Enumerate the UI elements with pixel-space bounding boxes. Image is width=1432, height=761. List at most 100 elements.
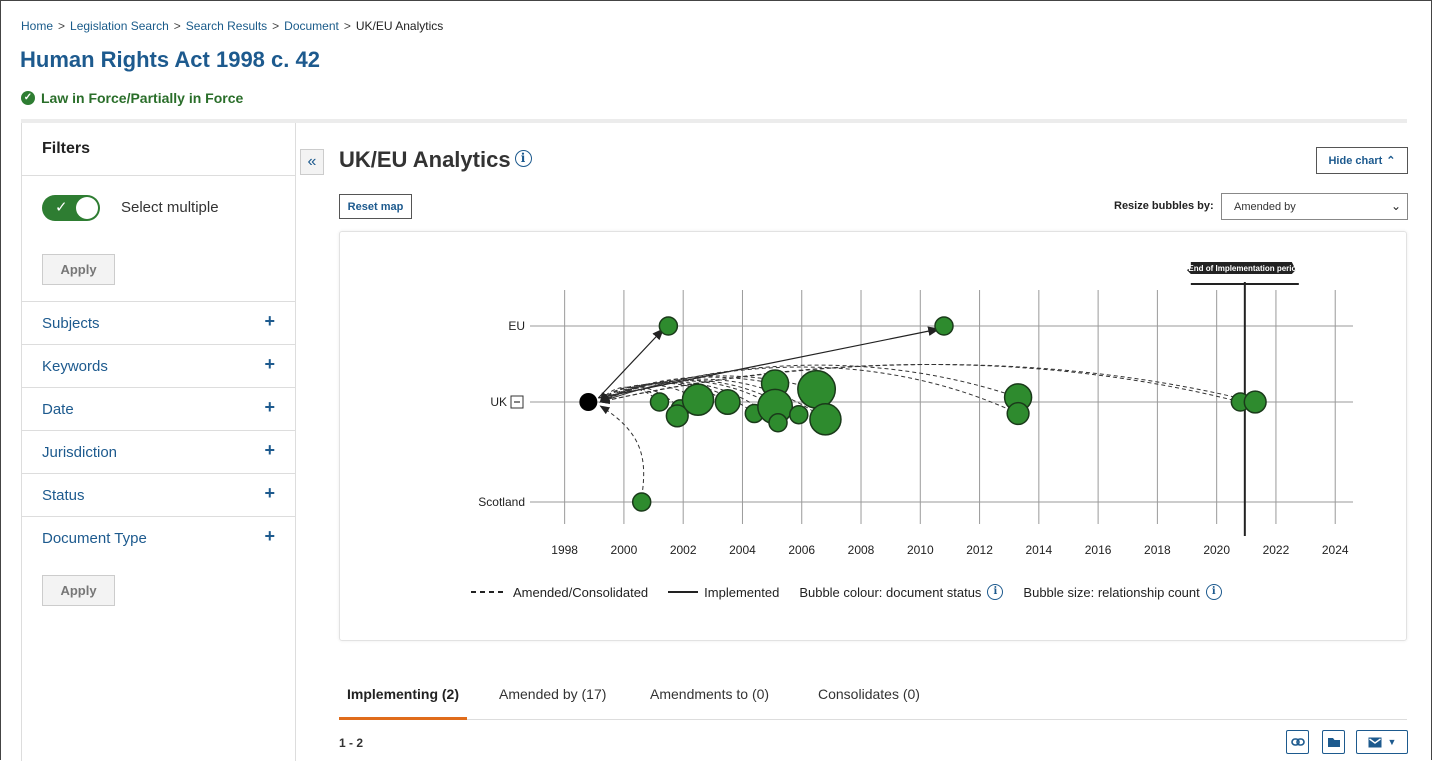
implementation-end-label: End of Implementation period	[1188, 264, 1301, 273]
facet-label: Date	[42, 401, 74, 418]
facet-status[interactable]: Status +	[22, 474, 295, 517]
info-icon[interactable]: i	[987, 584, 1004, 600]
status-badge: ✓ Law in Force/Partially in Force	[21, 90, 243, 106]
folder-icon	[1327, 738, 1340, 747]
facet-jurisdiction[interactable]: Jurisdiction +	[22, 431, 295, 474]
plus-icon: +	[264, 526, 275, 546]
y-category-label: UK	[490, 395, 507, 409]
chart-card: 1998 2000 2002 2004 2006 2008 2010 2012 2014 2016…	[339, 231, 1407, 641]
filters-sidebar: Filters ✓ Select multiple Apply Subjects…	[21, 123, 296, 761]
select-multiple-label: Select multiple	[121, 199, 219, 216]
y-category-label: Scotland	[478, 495, 525, 509]
plus-icon: +	[264, 483, 275, 503]
apply-button-bottom[interactable]: Apply	[42, 575, 115, 606]
x-tick-label: 2006	[788, 543, 815, 557]
check-icon: ✓	[55, 199, 68, 216]
chart-legend: Amended/Consolidated Implemented Bubble …	[471, 584, 1242, 600]
dashed-line-icon	[471, 591, 507, 593]
breadcrumb: Home > Legislation Search > Search Results > D…	[21, 19, 444, 33]
facet-subjects[interactable]: Subjects +	[22, 302, 295, 345]
legend-size-label: Bubble size: relationship count	[1023, 584, 1200, 600]
x-tick-label: 2000	[611, 543, 638, 557]
x-tick-label: 2014	[1025, 543, 1052, 557]
relationship-bubble	[1243, 390, 1267, 414]
hide-chart-label: Hide chart	[1328, 154, 1383, 167]
legend-implemented-label: Implemented	[704, 584, 780, 600]
x-tick-label: 2012	[966, 543, 993, 557]
relationship-bubble	[658, 316, 679, 336]
hide-chart-button[interactable]: Hide chart ⌃	[1316, 147, 1408, 174]
analytics-title-text: UK/EU Analytics	[339, 147, 511, 172]
x-tick-label: 2020	[1203, 543, 1230, 557]
relationship-bubble	[649, 392, 670, 412]
page-title: Human Rights Act 1998 c. 42	[20, 47, 320, 72]
chevron-down-icon: ⌄	[1390, 199, 1401, 213]
relationship-bubble	[809, 403, 842, 436]
facet-label: Keywords	[42, 358, 108, 375]
double-chevron-up-icon: ⌃	[1386, 155, 1396, 167]
legend-amended: Amended/Consolidated	[471, 585, 648, 600]
breadcrumb-document[interactable]: Document	[284, 19, 339, 33]
amended-link	[599, 405, 645, 498]
relationship-bubble	[714, 388, 741, 416]
x-tick-label: 1998	[551, 543, 578, 557]
select-multiple-toggle[interactable]: ✓	[42, 195, 100, 221]
copy-link-button[interactable]	[1286, 730, 1309, 754]
x-tick-label: 2022	[1263, 543, 1290, 557]
resize-bubbles-value: Amended by	[1234, 200, 1296, 213]
tab-implementing[interactable]: Implementing (2)	[339, 683, 468, 720]
facet-date[interactable]: Date +	[22, 388, 295, 431]
info-icon[interactable]: i	[1205, 584, 1222, 600]
relationship-bubble	[797, 369, 837, 409]
save-to-folder-button[interactable]	[1322, 730, 1345, 754]
breadcrumb-legislation-search[interactable]: Legislation Search	[70, 19, 169, 33]
check-circle-icon: ✓	[21, 91, 35, 105]
tab-consolidates[interactable]: Consolidates (0)	[810, 683, 928, 720]
x-tick-label: 2010	[907, 543, 934, 557]
solid-line-icon	[668, 591, 699, 593]
x-tick-label: 2018	[1144, 543, 1171, 557]
breadcrumb-home[interactable]: Home	[21, 19, 53, 33]
legend-size: Bubble size: relationship count i	[1023, 584, 1222, 600]
mail-icon	[1368, 737, 1382, 747]
double-chevron-left-icon: «	[307, 153, 317, 170]
facet-label: Jurisdiction	[42, 444, 118, 461]
plus-icon: +	[264, 440, 275, 460]
x-tick-label: 2008	[848, 543, 875, 557]
results-count: 1 - 2	[339, 736, 364, 750]
tab-amended-by[interactable]: Amended by (17)	[491, 683, 614, 720]
caret-down-icon: ▼	[1387, 737, 1397, 747]
status-text: Law in Force/Partially in Force	[41, 90, 244, 106]
reset-map-button[interactable]: Reset map	[339, 194, 412, 219]
tab-amendments-to[interactable]: Amendments to (0)	[642, 683, 777, 720]
x-tick-label: 2002	[670, 543, 697, 557]
collapse-sidebar-button[interactable]: «	[300, 149, 324, 175]
facet-document-type[interactable]: Document Type +	[22, 517, 295, 560]
relationship-bubble	[768, 413, 788, 433]
y-category-label: EU	[508, 319, 525, 333]
source-bubble	[579, 393, 598, 411]
relationship-bubble	[631, 492, 652, 512]
relationship-bubble	[934, 316, 954, 336]
info-icon[interactable]: i	[514, 150, 532, 167]
plus-icon: +	[264, 354, 275, 374]
filters-title: Filters	[42, 140, 91, 157]
email-menu-button[interactable]: ▼	[1356, 730, 1408, 754]
facet-label: Document Type	[42, 530, 147, 547]
legend-implemented: Implemented	[668, 585, 779, 600]
x-tick-label: 2024	[1322, 543, 1349, 557]
facet-label: Status	[42, 487, 85, 504]
resize-bubbles-label: Resize bubbles by:	[1114, 200, 1214, 212]
breadcrumb-current: UK/EU Analytics	[355, 19, 444, 33]
analytics-chart[interactable]: 1998 2000 2002 2004 2006 2008 2010 2012 2014 2016…	[340, 232, 1408, 642]
toggle-knob	[76, 197, 98, 219]
resize-bubbles-select[interactable]: Amended by ⌄	[1221, 193, 1408, 220]
relationship-bubble	[789, 404, 809, 425]
facet-keywords[interactable]: Keywords +	[22, 345, 295, 388]
breadcrumb-search-results[interactable]: Search Results	[186, 19, 267, 33]
page-frame: Home > Legislation Search > Search Results > D…	[0, 0, 1432, 761]
legend-colour: Bubble colour: document status i	[799, 584, 1004, 600]
apply-button-top[interactable]: Apply	[42, 254, 115, 285]
legend-colour-label: Bubble colour: document status	[799, 584, 982, 600]
x-tick-label: 2004	[729, 543, 756, 557]
